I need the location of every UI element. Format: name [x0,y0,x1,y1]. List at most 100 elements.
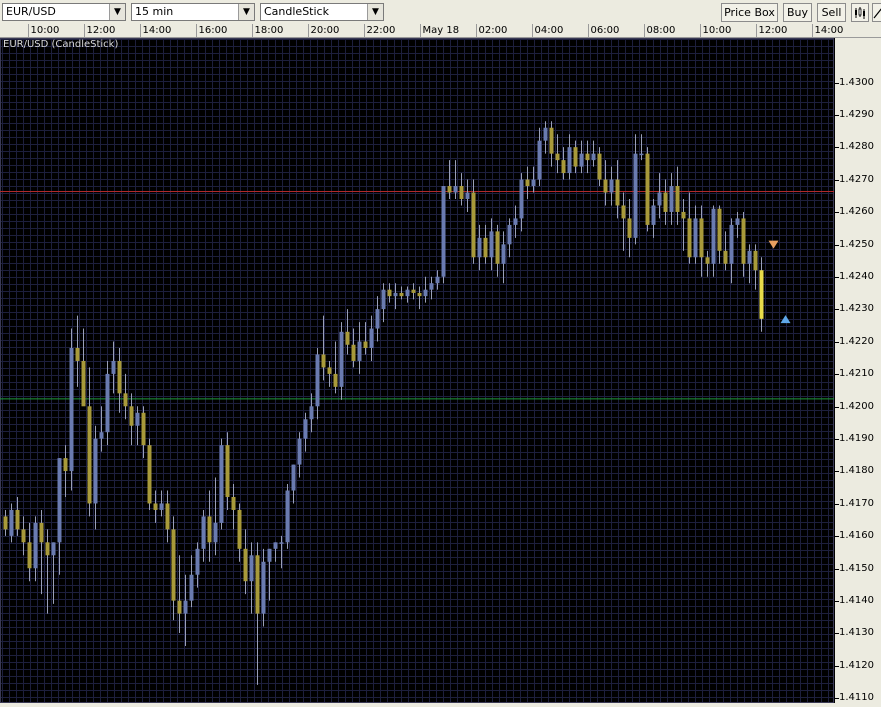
time-label: 04:00 [534,25,564,36]
candle-body [303,419,308,439]
candle-body [75,347,80,361]
candle-body [33,522,38,569]
time-label: 14:00 [814,25,844,36]
price-label: 1.4250 [839,238,874,250]
candle-body [219,445,224,523]
price-box-button[interactable]: Price Box [721,3,778,22]
chevron-down-icon[interactable]: ▼ [109,4,125,20]
candle-body [483,237,488,258]
chart-type-select[interactable]: CandleStick ▼ [260,3,384,21]
candle-body [177,600,182,614]
candle-body [561,160,566,174]
candle-body [207,516,212,543]
candle-body [267,548,272,562]
candle-body [285,490,290,543]
candlestick-glyph [855,7,865,19]
candle-body [573,147,578,167]
candle-body [627,218,632,238]
interval-select[interactable]: 15 min ▼ [131,3,255,21]
chevron-down-icon[interactable]: ▼ [367,4,383,20]
candle-body [711,208,716,264]
candle-body [81,360,86,407]
candle-body [123,393,128,407]
candle-body [15,509,20,530]
candle-body [741,218,746,264]
candle-body [237,509,242,549]
candlestick-type-icon[interactable] [851,3,869,22]
time-label: 06:00 [590,25,620,36]
candle-body [279,542,284,544]
candle-body [633,153,638,238]
candle-body [549,127,554,154]
price-label: 1.4230 [839,303,874,315]
candle-body [375,309,380,329]
time-label: May 18 [422,25,460,36]
price-label: 1.4220 [839,335,874,347]
candle-body [129,406,134,426]
candle-body [531,179,536,187]
candle-body [663,192,668,212]
toolbar: EUR/USD ▼ 15 min ▼ CandleStick ▼ Price B… [0,0,881,24]
candle-body [621,205,626,219]
time-tick [195,24,197,38]
buy-button[interactable]: Buy [783,3,812,22]
candle-body [675,186,680,212]
candle-body [189,574,194,601]
candle-body [411,289,416,293]
sell-button[interactable]: Sell [817,3,846,22]
price-label: 1.4110 [839,692,874,704]
draw-line-icon[interactable] [872,3,881,22]
candle-body [99,432,104,439]
candle-body [657,192,662,206]
time-label: 02:00 [478,25,508,36]
chevron-down-icon[interactable]: ▼ [238,4,254,20]
time-tick [139,24,141,38]
price-label: 1.4240 [839,271,874,283]
candle-body [471,192,476,258]
candle-body [735,218,740,225]
candle-body [297,438,302,465]
symbol-select[interactable]: EUR/USD ▼ [2,3,126,21]
chart-area[interactable]: EUR/USD (CandleStick) [0,38,834,703]
candle-body [351,344,356,361]
time-tick [307,24,309,38]
candle-body [639,153,644,156]
candle-body [441,186,446,277]
candle-body [591,153,596,161]
candle-body [51,542,56,556]
candle-body [645,153,650,225]
candle-body [111,360,116,374]
candle-body [39,522,44,543]
candle-body [603,179,608,193]
candle-body [537,140,542,180]
candle-body [183,600,188,614]
price-label: 1.4290 [839,109,874,121]
price-label: 1.4190 [839,433,874,444]
candle-body [723,250,728,264]
price-label: 1.4140 [839,594,874,606]
draw-line-glyph [873,8,881,19]
candle-body [729,224,734,264]
candlestick-chart[interactable] [0,38,834,703]
candle-body [357,341,362,361]
candle-body [459,186,464,199]
candle-body [117,360,122,394]
time-tick [251,24,253,38]
price-label: 1.4280 [839,141,874,153]
candle-body [249,555,254,582]
time-tick [475,24,477,38]
time-label: 08:00 [646,25,676,36]
candle-body [243,548,248,582]
candle-body [429,283,434,290]
candle-body [681,211,686,219]
chart-border [0,38,834,703]
time-tick [27,24,29,38]
time-label: 10:00 [702,25,732,36]
candle-body [255,555,260,614]
candle-body [69,347,74,472]
candle-body [363,341,368,348]
chart-type-select-value: CandleStick [264,5,329,18]
candle-body [687,218,692,258]
candle-body [519,179,524,219]
symbol-select-value: EUR/USD [6,5,56,18]
